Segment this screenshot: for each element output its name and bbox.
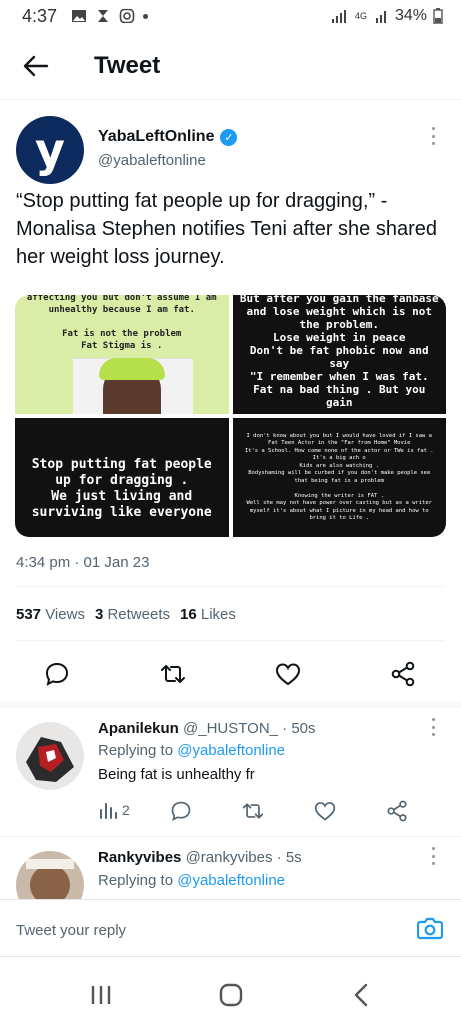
divider xyxy=(16,640,445,641)
author-handle[interactable]: @yabaleftonline xyxy=(98,152,237,169)
tweet-image-4[interactable]: I don't know about you but I would have … xyxy=(232,418,446,537)
tweet-text: “Stop putting fat people up for dragging… xyxy=(16,190,438,268)
reply-icon xyxy=(45,662,69,686)
hourglass-icon xyxy=(98,10,109,22)
system-navigation-bar xyxy=(0,962,461,1024)
like-icon xyxy=(314,802,336,821)
reply-views-count: 2 xyxy=(122,802,130,818)
instagram-icon xyxy=(119,9,135,23)
notification-dot-icon xyxy=(143,13,149,19)
share-icon xyxy=(391,661,415,687)
person-headwrap xyxy=(99,358,165,380)
reply-actions: 2 xyxy=(98,800,418,826)
system-back-button[interactable] xyxy=(348,982,374,1008)
image-3-text: Stop putting fat people up for dragging … xyxy=(31,456,212,520)
retweets-stat[interactable]: 3 Retweets xyxy=(95,606,170,623)
tweet-image-2[interactable]: But after you gain the fanbase and lose … xyxy=(232,295,446,414)
reply-like-button[interactable] xyxy=(314,800,336,827)
more-icon xyxy=(431,718,435,721)
reply-meta: @_HUSTON_ · 50s xyxy=(183,720,316,737)
reply-header: Rankyvibes @rankyvibes · 5s xyxy=(98,849,302,866)
back-arrow-icon xyxy=(23,55,49,76)
reply-display-name[interactable]: Apanilekun xyxy=(98,720,179,737)
reply-more-button[interactable] xyxy=(430,718,436,736)
share-icon xyxy=(387,800,407,822)
home-button[interactable] xyxy=(218,982,244,1008)
replying-to-link[interactable]: @yabaleftonline xyxy=(177,742,285,759)
reply-avatar-image xyxy=(16,851,84,899)
tweet-more-button[interactable] xyxy=(430,127,436,145)
replying-to-link[interactable]: @yabaleftonline xyxy=(177,872,285,889)
status-time: 4:37 xyxy=(22,5,58,26)
reply-header: Apanilekun @_HUSTON_ · 50s xyxy=(98,720,316,737)
views-icon xyxy=(100,803,117,819)
image-1-photo xyxy=(73,358,193,414)
recents-button[interactable] xyxy=(88,982,114,1008)
likes-stat[interactable]: 16 Likes xyxy=(180,606,236,623)
verified-badge-icon: ✓ xyxy=(220,128,238,146)
like-button[interactable] xyxy=(274,660,302,688)
reply-retweet-button[interactable] xyxy=(242,800,264,827)
reply-input[interactable]: Tweet your reply xyxy=(16,922,126,939)
image-2-text: But after you gain the fanbase and lose … xyxy=(239,295,439,409)
camera-icon xyxy=(416,917,444,940)
reply-item[interactable]: Apanilekun @_HUSTON_ · 50s Replying to @… xyxy=(0,708,461,836)
reply-reply-button[interactable] xyxy=(170,800,192,827)
tweet-author[interactable]: y YabaLeftOnline ✓ @yabaleftonline xyxy=(16,116,446,186)
reply-item[interactable]: Rankyvibes @rankyvibes · 5s Replying to … xyxy=(0,837,461,899)
tweet-actions xyxy=(0,660,461,694)
gallery-icon xyxy=(72,10,87,22)
more-icon xyxy=(431,127,435,130)
retweet-button[interactable] xyxy=(159,660,187,688)
reply-avatar[interactable] xyxy=(16,722,84,790)
battery-level: 34% xyxy=(394,7,427,24)
reply-display-name[interactable]: Rankyvibes xyxy=(98,849,181,866)
page-title: Tweet xyxy=(94,51,161,79)
reply-share-button[interactable] xyxy=(386,800,408,827)
reply-context: Replying to @yabaleftonline xyxy=(98,742,286,759)
reply-text: Being fat is unhealthy fr xyxy=(98,766,255,783)
reply-icon xyxy=(171,801,191,822)
network-type: 4G xyxy=(354,10,367,21)
reply-more-button[interactable] xyxy=(430,847,436,865)
reply-views-button[interactable]: 2 xyxy=(98,800,130,820)
tweet-stats: 537 Views 3 Retweets 16 Likes xyxy=(16,606,236,623)
home-icon xyxy=(219,983,243,1007)
retweet-icon xyxy=(242,803,264,819)
reply-avatar[interactable] xyxy=(16,851,84,899)
reply-meta: @rankyvibes · 5s xyxy=(185,849,302,866)
like-icon xyxy=(275,663,301,686)
share-button[interactable] xyxy=(389,660,417,688)
signal-icon-2 xyxy=(375,11,386,23)
battery-icon xyxy=(433,8,443,24)
tweet-media-grid: affecting you but don't assume I am unhe… xyxy=(15,295,446,537)
author-avatar[interactable]: y xyxy=(16,116,84,184)
retweet-icon xyxy=(161,665,185,683)
recents-icon xyxy=(91,986,111,1004)
divider xyxy=(16,586,445,587)
image-4-text: I don't know about you but I would have … xyxy=(244,432,434,522)
signal-icon xyxy=(331,10,346,23)
reply-avatar-image xyxy=(16,722,84,790)
top-bar: Tweet xyxy=(0,32,461,100)
reply-composer[interactable]: Tweet your reply xyxy=(0,899,461,957)
reply-context: Replying to @yabaleftonline xyxy=(98,872,286,889)
tweet-timestamp: 4:34 pm · 01 Jan 23 xyxy=(16,554,150,571)
nav-back-icon xyxy=(354,983,368,1007)
more-icon xyxy=(431,847,435,850)
back-button[interactable] xyxy=(22,52,50,80)
camera-button[interactable] xyxy=(416,916,444,942)
tweet-image-1[interactable]: affecting you but don't assume I am unhe… xyxy=(15,295,229,414)
image-1-text: affecting you but don't assume I am unhe… xyxy=(26,295,217,351)
author-display-name[interactable]: YabaLeftOnline xyxy=(98,128,214,146)
reply-button[interactable] xyxy=(43,660,71,688)
tweet-image-3[interactable]: Stop putting fat people up for dragging … xyxy=(15,418,229,537)
views-stat[interactable]: 537 Views xyxy=(16,606,85,623)
status-bar: 4:37 4G 34% xyxy=(0,0,461,32)
